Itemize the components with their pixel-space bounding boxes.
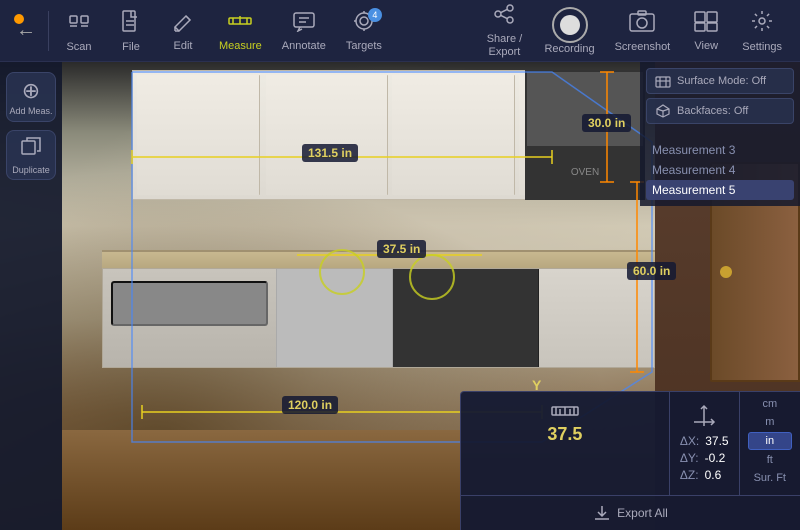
lower-cabinets [102, 268, 655, 368]
backfaces-icon [655, 103, 671, 119]
ruler-column: 37.5 [461, 392, 670, 495]
cabinet-door-3 [392, 75, 515, 195]
delta-z-value: 0.6 [705, 468, 722, 482]
back-button[interactable]: ← [8, 19, 44, 42]
delta-y-value: -0.2 [705, 451, 726, 465]
settings-label: Settings [742, 41, 782, 53]
toolbar-settings[interactable]: Settings [732, 5, 792, 57]
delta-y-row: ΔY: -0.2 [680, 451, 729, 465]
label-top: 131.5 in [302, 144, 358, 162]
settings-icon [750, 9, 774, 39]
microwave: OVEN [525, 70, 645, 200]
delta-x-label: ΔX: [680, 434, 699, 448]
toolbar-measure[interactable]: Measure [209, 6, 272, 56]
toolbar-divider [48, 11, 49, 51]
file-label: File [122, 41, 140, 53]
label-mid: 37.5 in [377, 240, 426, 258]
unit-ft[interactable]: ft [748, 452, 792, 468]
label-bottom: 120.0 in [282, 396, 338, 414]
ruler-icon [471, 402, 659, 420]
surface-mode-icon [655, 73, 671, 89]
toolbar-recording[interactable]: Recording [534, 3, 604, 59]
axes-column: ΔX: 37.5 ΔY: -0.2 ΔZ: 0.6 [670, 392, 740, 495]
unit-in[interactable]: in [748, 432, 792, 450]
targets-badge: 4 [368, 8, 382, 22]
surface-mode-button[interactable]: Surface Mode: Off [646, 68, 794, 94]
add-meas-icon: ⊕ [22, 78, 40, 104]
duplicate-button[interactable]: Duplicate [6, 130, 56, 180]
measurement-4[interactable]: Measurement 4 [646, 160, 794, 180]
annotate-icon [292, 10, 316, 38]
share-icon [492, 3, 516, 31]
edit-icon [172, 10, 194, 38]
screenshot-icon [628, 9, 656, 39]
measure-label: Measure [219, 40, 262, 52]
unit-surft[interactable]: Sur. Ft [748, 470, 792, 486]
export-label: Export All [617, 506, 668, 520]
add-meas-label: Add Meas. [9, 106, 52, 116]
label-right-top: 30.0 in [582, 114, 631, 132]
backfaces-label: Backfaces: Off [677, 105, 748, 117]
toolbar-view[interactable]: View [680, 6, 732, 56]
toolbar-scan[interactable]: Scan [53, 5, 105, 57]
measure-icon [228, 10, 252, 38]
export-all-button[interactable]: Export All [461, 495, 800, 530]
delta-z-row: ΔZ: 0.6 [680, 468, 729, 482]
duplicate-icon [20, 135, 42, 163]
scan-icon [67, 9, 91, 39]
toolbar: ← Scan File [0, 0, 800, 62]
orange-dot [14, 14, 24, 24]
unit-m[interactable]: m [748, 414, 792, 430]
measurement-3[interactable]: Measurement 3 [646, 140, 794, 160]
file-icon [120, 9, 142, 39]
view-label: View [694, 40, 718, 52]
recording-dot [560, 15, 580, 35]
add-measurement-button[interactable]: ⊕ Add Meas. [6, 72, 56, 122]
unit-cm[interactable]: cm [748, 396, 792, 412]
main-area: OVEN [0, 62, 800, 530]
delta-x-value: 37.5 [705, 434, 728, 448]
export-icon [593, 504, 611, 522]
toolbar-file[interactable]: File [105, 5, 157, 57]
edit-label: Edit [174, 40, 193, 52]
surface-mode-label: Surface Mode: Off [677, 75, 766, 87]
toolbar-edit[interactable]: Edit [157, 6, 209, 56]
measurement-list: Measurement 3 Measurement 4 Measurement … [640, 134, 800, 206]
label-right-mid: 60.0 in [627, 262, 676, 280]
view-icon [693, 10, 719, 38]
duplicate-label: Duplicate [12, 165, 50, 175]
backfaces-button[interactable]: Backfaces: Off [646, 98, 794, 124]
measurement-5[interactable]: Measurement 5 [646, 180, 794, 200]
toolbar-targets[interactable]: 4 Targets [336, 6, 392, 56]
delta-y-label: ΔY: [680, 451, 699, 465]
bottom-panel: 37.5 ΔX: 37.5 ΔY: - [460, 391, 800, 530]
delta-z-label: ΔZ: [680, 468, 699, 482]
ruler-value: 37.5 [471, 424, 659, 445]
delta-x-row: ΔX: 37.5 [680, 434, 729, 448]
screenshot-label: Screenshot [615, 41, 671, 53]
toolbar-right: Share /Export Recording Screenshot [474, 0, 792, 62]
toolbar-screenshot[interactable]: Screenshot [605, 5, 681, 57]
cabinet-door-2 [266, 75, 389, 195]
units-column: cm m in ft Sur. Ft [740, 392, 800, 495]
toolbar-annotate[interactable]: Annotate [272, 6, 336, 56]
targets-label: Targets [346, 40, 382, 52]
annotate-label: Annotate [282, 40, 326, 52]
toolbar-share[interactable]: Share /Export [474, 0, 534, 62]
share-label: Share /Export [487, 33, 522, 57]
bottom-panel-inner: 37.5 ΔX: 37.5 ΔY: - [461, 392, 800, 495]
left-sidebar: ⊕ Add Meas. Duplicate [0, 62, 62, 530]
axes-icon [680, 402, 729, 430]
recording-icon [552, 7, 588, 43]
right-panel: Surface Mode: Off Backfaces: Off [640, 62, 800, 134]
cabinet-door-1 [137, 75, 260, 195]
scan-label: Scan [66, 41, 91, 53]
recording-label: Recording [544, 43, 594, 55]
